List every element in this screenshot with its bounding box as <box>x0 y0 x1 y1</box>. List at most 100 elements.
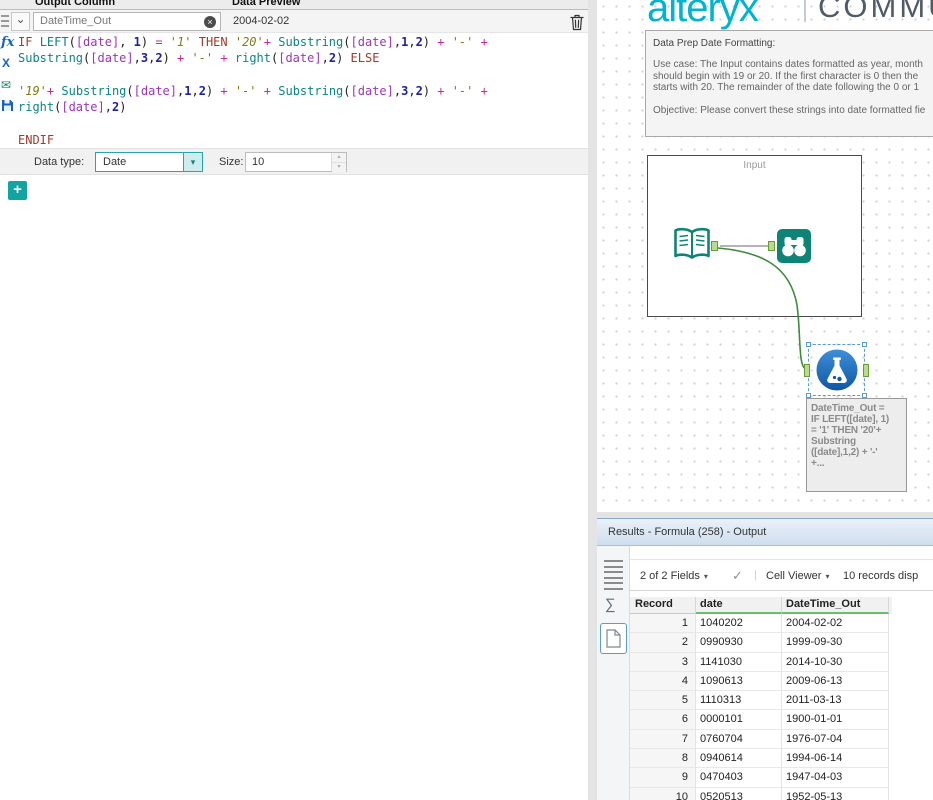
browse-tool[interactable] <box>777 229 811 268</box>
record-cell: 2 <box>630 633 696 653</box>
record-cell: 10 <box>630 787 696 800</box>
spinner-down-icon[interactable]: ▾ <box>332 163 346 172</box>
comment-text-line: starts with 20. The remainder of the dat… <box>653 82 920 93</box>
data-type-dropdown[interactable]: Date ▾ <box>95 152 203 172</box>
datetime-out-cell: 1999-09-30 <box>782 633 889 653</box>
table-row[interactable]: 4 1090613 2009-06-13 <box>630 671 892 692</box>
comment-text-line: Use case: The Input contains dates forma… <box>653 59 923 70</box>
table-row[interactable]: 3 1141030 2014-10-30 <box>630 652 892 672</box>
table-row[interactable]: 5 1110313 2011-03-13 <box>630 691 892 711</box>
expression-columns-header: Output Column Data Preview <box>0 0 588 10</box>
container-label: Input <box>743 160 766 171</box>
insert-function-icon[interactable]: fx <box>1 35 14 50</box>
comment-text-line <box>653 94 933 106</box>
datetime-out-cell: 2004-02-02 <box>782 614 889 634</box>
formula-expression-editor[interactable]: IF LEFT([date], 1) = '1' THEN '20'+ Subs… <box>18 34 580 148</box>
formula-flask-icon <box>816 349 858 391</box>
datetime-out-cell: 2009-06-13 <box>782 671 889 692</box>
results-side-toolbar: ∑ <box>597 546 630 800</box>
tool-annotation[interactable]: DateTime_Out = IF LEFT([date], 1) = '1' TH… <box>806 398 907 492</box>
date-cell: 0990930 <box>696 633 782 653</box>
browse-icon <box>777 229 811 263</box>
datetime-out-column-header[interactable]: DateTime_Out <box>782 597 889 614</box>
annotation-text-line: IF LEFT([date], 1) <box>811 414 890 425</box>
table-row[interactable]: 1 1040202 2004-02-02 <box>630 614 892 634</box>
record-cell: 3 <box>630 652 696 672</box>
page-icon <box>606 629 621 648</box>
table-row[interactable]: 6 0000101 1900-01-01 <box>630 710 892 730</box>
table-row[interactable]: 10 0520513 1952-05-13 <box>630 787 892 800</box>
formula-tool[interactable] <box>815 348 859 397</box>
datetime-out-cell: 1994-06-14 <box>782 749 889 769</box>
spinner-up-icon[interactable]: ▴ <box>332 153 346 163</box>
table-row[interactable]: 2 0990930 1999-09-30 <box>630 633 892 653</box>
save-expression-icon[interactable] <box>1 99 14 117</box>
size-spinner: ▴ ▾ <box>331 153 346 172</box>
date-cell: 1090613 <box>696 671 782 692</box>
caret-down-icon: ▾ <box>825 572 830 581</box>
data-type-value: Date <box>103 156 127 168</box>
formula-input-anchor[interactable] <box>804 364 810 377</box>
date-cell: 0760704 <box>696 729 782 750</box>
fields-dropdown[interactable]: 2 of 2 Fields ▾ <box>640 570 708 582</box>
record-cell: 4 <box>630 671 696 692</box>
input-data-tool[interactable] <box>672 227 712 266</box>
size-input[interactable]: 10 ▴ ▾ <box>245 152 347 172</box>
datetime-out-cell: 1952-05-13 <box>782 787 889 800</box>
date-cell: 0000101 <box>696 710 782 730</box>
saved-expressions-icon[interactable]: ✉ <box>1 78 11 92</box>
size-label: Size: <box>219 156 244 168</box>
layout-view-icon[interactable] <box>604 560 623 593</box>
apply-check-icon[interactable]: ✓ <box>732 568 743 584</box>
output-column-input[interactable]: DateTime_Out × <box>33 12 221 31</box>
toolbar-separator: | <box>754 569 757 581</box>
formula-code-line <box>18 115 580 131</box>
add-expression-button[interactable]: + <box>8 181 27 200</box>
logo-divider <box>804 0 806 22</box>
cell-viewer-dropdown[interactable]: Cell Viewer ▾ <box>766 570 829 582</box>
workflow-canvas[interactable]: alteryx COMMUN Data Prep Date Formatting… <box>597 0 933 512</box>
selection-handle[interactable] <box>862 342 867 347</box>
comment-text-line: should begin with 19 or 20. If the first… <box>653 70 919 82</box>
table-row[interactable]: 7 0760704 1976-07-04 <box>630 729 892 750</box>
formula-code-line <box>18 67 580 83</box>
date-cell: 0470403 <box>696 768 782 788</box>
table-row[interactable]: 9 0470403 1947-04-03 <box>630 768 892 788</box>
date-cell: 1110313 <box>696 691 782 711</box>
comment-tool[interactable]: Data Prep Date Formatting: Use case: The… <box>645 30 933 137</box>
output-anchor[interactable] <box>711 241 718 251</box>
datetime-out-cell: 1900-01-01 <box>782 710 889 730</box>
clear-field-icon[interactable]: × <box>204 16 216 28</box>
record-cell: 6 <box>630 710 696 730</box>
annotation-text-line: ([date],1,2) + '-' <box>811 447 878 458</box>
comment-text-line: Objective: Please convert these strings … <box>653 105 926 116</box>
record-column-header[interactable]: Record <box>630 597 696 614</box>
delete-expression-button[interactable] <box>569 13 585 31</box>
record-cell: 8 <box>630 749 696 769</box>
editor-toolbar: fx X ✉ <box>0 33 16 153</box>
selection-handle[interactable] <box>806 342 811 347</box>
input-data-icon <box>674 227 710 259</box>
caret-down-icon: ▾ <box>703 572 708 581</box>
insert-column-icon[interactable]: X <box>2 56 10 70</box>
trash-icon <box>570 14 584 31</box>
annotation-text-line: Substring <box>811 436 856 447</box>
comment-title: Data Prep Date Formatting: <box>653 38 776 49</box>
results-table-body: 1 1040202 2004-02-02 2 0990930 1999-09-30 3 114… <box>630 614 892 800</box>
table-row[interactable]: 8 0940614 1994-06-14 <box>630 749 892 769</box>
formula-output-anchor[interactable] <box>863 364 869 377</box>
drag-grip-icon[interactable] <box>1 15 9 30</box>
formula-code-line: '19'+ Substring([date],1,2) + '-' + Subs… <box>18 83 488 98</box>
date-cell: 0520513 <box>696 787 782 800</box>
input-anchor[interactable] <box>768 241 775 251</box>
results-header-bar[interactable]: Results - Formula (258) - Output <box>597 519 933 546</box>
fields-dropdown-label: 2 of 2 Fields <box>640 570 700 582</box>
results-toolbar: 2 of 2 Fields ▾ ✓ | Cell Viewer ▾ 10 recor… <box>630 559 933 591</box>
date-column-header[interactable]: date <box>696 597 782 614</box>
dropdown-caret-icon[interactable]: ▾ <box>183 153 202 171</box>
results-table: Record date DateTime_Out 1 1040202 2004-02… <box>630 597 892 800</box>
data-preview-value: 2004-02-02 <box>233 15 290 27</box>
collapse-expression-button[interactable]: ⌄ <box>11 12 30 31</box>
sigma-profile-icon[interactable]: ∑ <box>605 596 616 613</box>
data-view-button-selected[interactable] <box>600 623 627 654</box>
